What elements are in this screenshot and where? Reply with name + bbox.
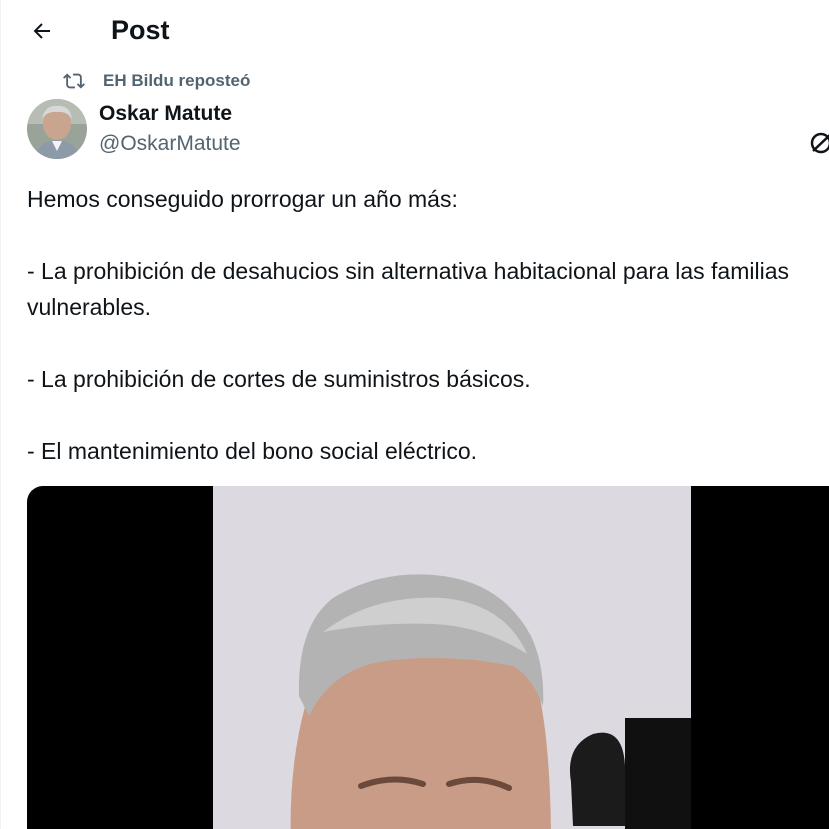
tweet-video[interactable] xyxy=(27,486,829,829)
repost-indicator[interactable]: EH Bildu reposteó xyxy=(63,70,250,92)
post-page: Post EH Bildu reposteó Oskar Matute @Osk… xyxy=(0,0,829,829)
tweet-text: Hemos conseguido prorrogar un año más: -… xyxy=(27,186,789,464)
back-button[interactable] xyxy=(23,12,61,50)
author-name[interactable]: Oskar Matute xyxy=(99,101,232,127)
author-handle[interactable]: @OskarMatute xyxy=(99,131,241,157)
post-header: Post xyxy=(1,0,829,62)
video-frame xyxy=(213,486,691,829)
page-title: Post xyxy=(111,15,170,45)
repost-text: EH Bildu reposteó xyxy=(103,71,251,90)
avatar[interactable] xyxy=(27,99,87,159)
repost-icon xyxy=(63,70,87,92)
grok-button[interactable] xyxy=(807,128,829,158)
grok-icon xyxy=(810,132,829,154)
arrow-left-icon xyxy=(33,23,50,39)
